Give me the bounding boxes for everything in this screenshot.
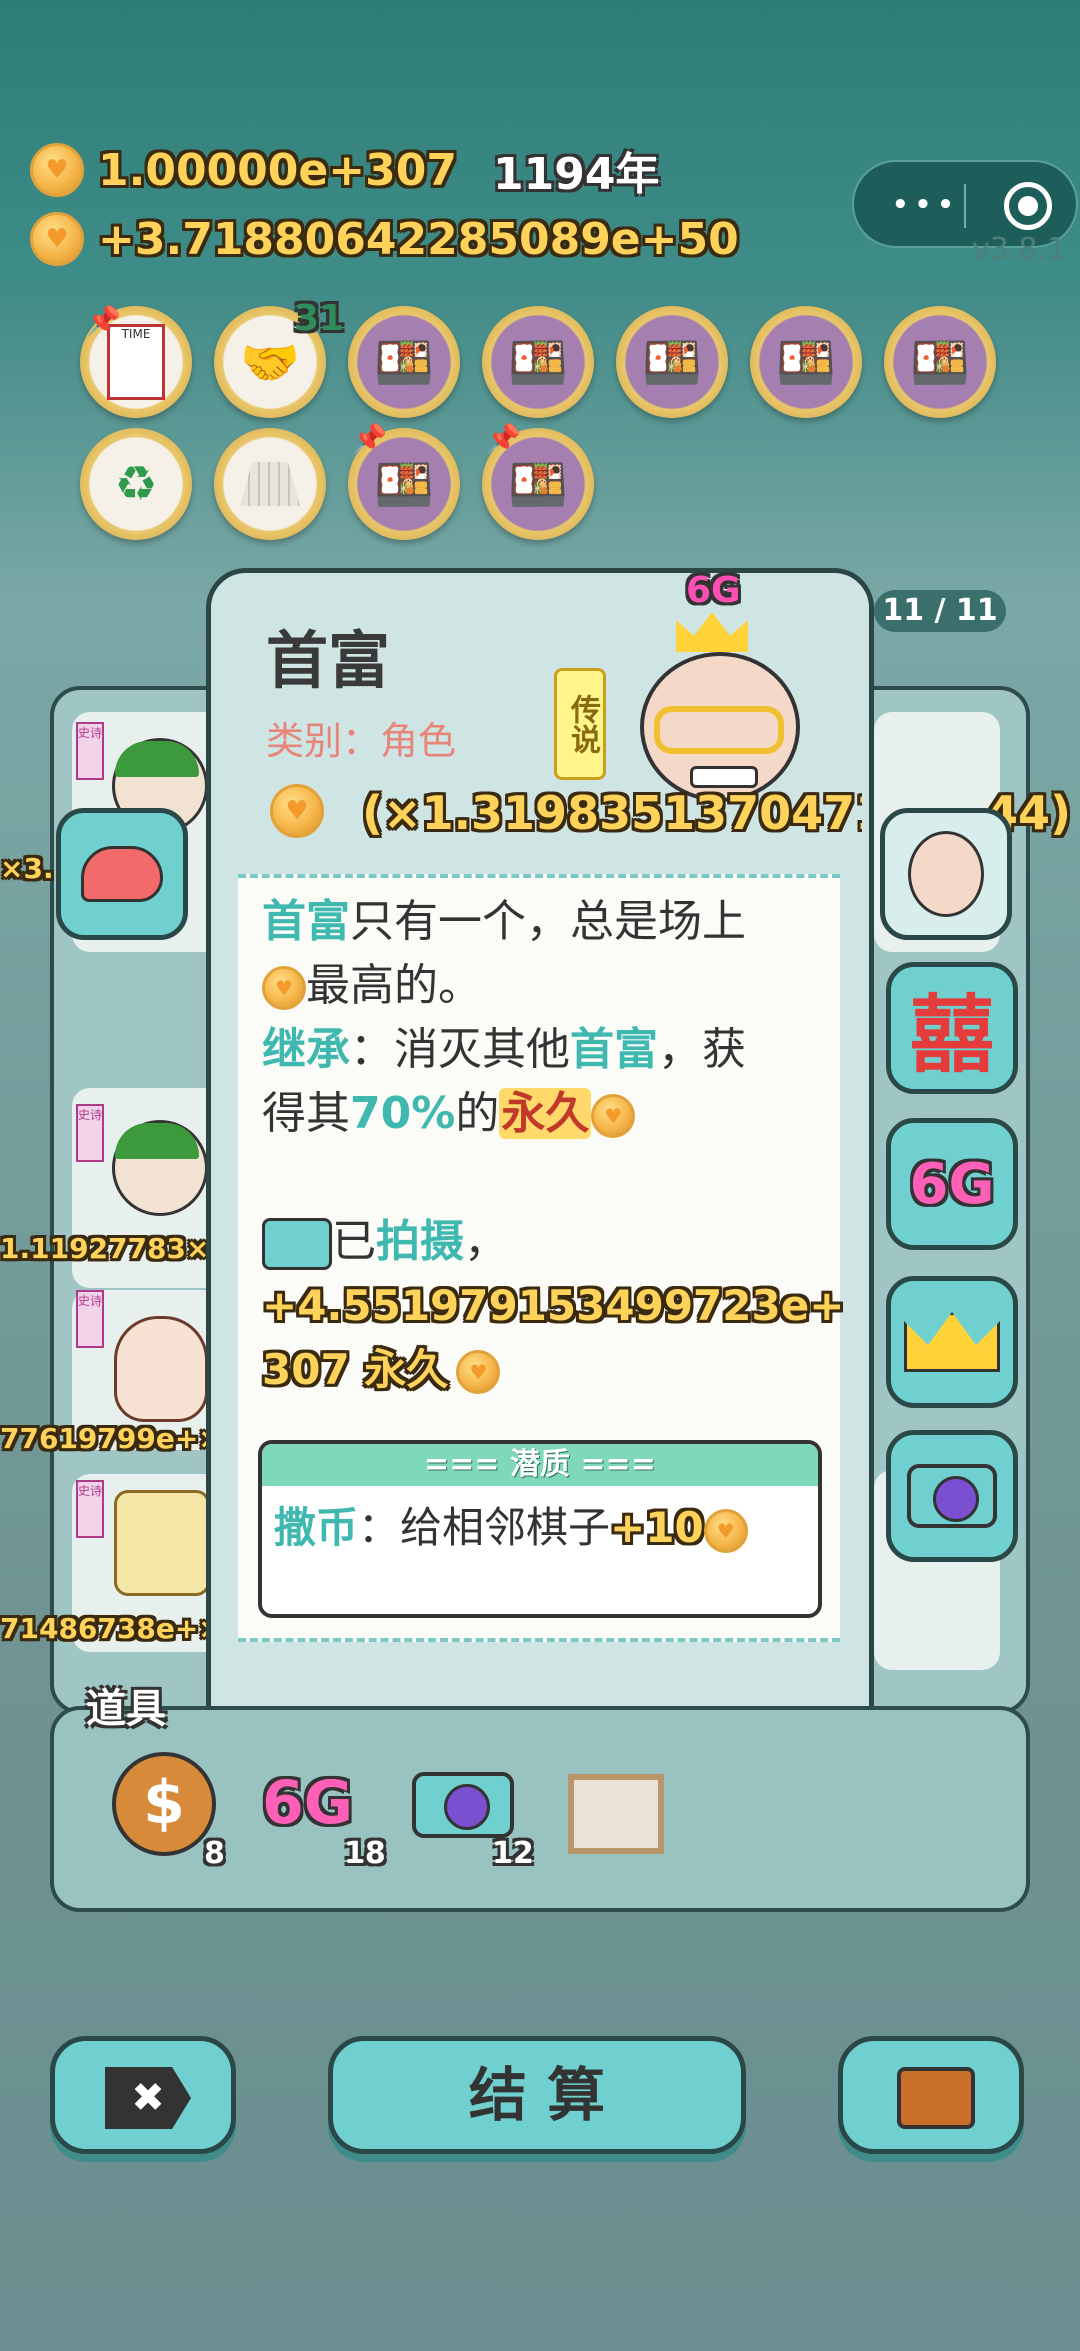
epic-tag: 史诗 <box>76 1290 104 1348</box>
keyword-richest: 首富 <box>262 896 350 947</box>
desc-line: 得其 <box>262 1088 350 1139</box>
desc-line: ，获 <box>658 1024 746 1075</box>
briefcase-button[interactable] <box>838 2036 1024 2154</box>
keyword-richest: 首富 <box>570 1024 658 1075</box>
liver-button[interactable] <box>56 808 188 940</box>
epic-tag: 史诗 <box>76 1480 104 1538</box>
coin-icon <box>703 1508 748 1553</box>
cell-value: ×3. <box>0 852 54 885</box>
liver-icon <box>81 846 163 902</box>
potential-header: === 潜质 === <box>262 1444 818 1486</box>
crown-button[interactable] <box>886 1276 1018 1408</box>
coin-icon <box>262 966 306 1010</box>
6g-button[interactable]: 6G <box>886 1118 1018 1250</box>
desc-line: ， <box>464 1216 508 1267</box>
capsule-machine-icon[interactable] <box>114 1490 210 1596</box>
dollar-coin-icon[interactable]: $ <box>112 1752 216 1856</box>
settle-label: 结 算 <box>468 2061 606 2129</box>
year: 1194年 <box>492 149 660 200</box>
skirt-icon[interactable] <box>214 428 326 540</box>
crown-label: 6G <box>686 570 741 611</box>
frame-item-icon[interactable] <box>568 1774 664 1854</box>
desc-line: 已 <box>332 1216 376 1267</box>
epic-tag: 史诗 <box>76 722 104 780</box>
item-count: 8 <box>204 1836 225 1871</box>
desc-line: 最高的。 <box>306 960 482 1011</box>
desc-line: 的 <box>455 1088 500 1139</box>
keyword-inherit: 继承 <box>262 1024 350 1075</box>
capsule-machine-icon[interactable]: 🍱 <box>616 306 728 418</box>
multiplier: (×1.31983513704711 <box>362 786 862 840</box>
capsule-machine-icon[interactable]: 🍱 <box>348 306 460 418</box>
desc-line: 只有一个，总是场上 <box>350 896 746 947</box>
epic-tag: 史诗 <box>76 1104 104 1162</box>
camera-button[interactable] <box>886 1430 1018 1562</box>
version-label: v3.8.1 <box>972 232 1067 267</box>
coin-icon <box>270 784 324 838</box>
double-happiness-button[interactable]: 囍 <box>886 962 1018 1094</box>
cell-value: 71486738e+× <box>0 1612 222 1645</box>
recycle-icon[interactable]: ♻ <box>80 428 192 540</box>
capsule-divider <box>964 184 966 228</box>
double-happiness-icon: 囍 <box>909 985 994 1084</box>
keyword-permanent: 永久 <box>499 1088 592 1139</box>
character-avatar[interactable] <box>112 1120 208 1216</box>
capsule-machine-icon[interactable]: 🍱 <box>884 306 996 418</box>
crown-icon <box>904 1312 1000 1372</box>
close-icon: ✖ <box>105 2067 191 2129</box>
capsule-machine-icon[interactable]: 🍱 <box>750 306 862 418</box>
coin-icon <box>456 1350 501 1394</box>
camera-item-icon[interactable] <box>412 1772 514 1838</box>
item-count: 12 <box>492 1836 534 1871</box>
potential-text: ：给相邻棋子 <box>358 1503 611 1552</box>
board-counter: 11 / 11 <box>874 590 1006 632</box>
coin-icon <box>30 143 84 197</box>
rarity-tag: 传说 <box>554 668 606 780</box>
pin-icon: 📌 <box>486 422 521 455</box>
percent: 70% <box>350 1088 456 1139</box>
camera-icon <box>907 1464 997 1528</box>
potential-box: === 潜质 === 撒币：给相邻棋子+10 <box>258 1440 822 1618</box>
cancel-button[interactable]: ✖ <box>50 2036 236 2154</box>
rich-man-portrait <box>640 640 800 810</box>
item-count: 18 <box>344 1836 386 1871</box>
card-title: 首富 <box>266 624 391 697</box>
card-category: 类别：角色 <box>266 719 457 763</box>
close-mini-program-icon[interactable] <box>1004 182 1052 230</box>
portrait-icon <box>908 831 984 917</box>
pin-icon: 📌 <box>352 422 387 455</box>
briefcase-icon <box>897 2067 975 2129</box>
portrait-button[interactable] <box>880 808 1012 940</box>
cell-value: 77619799e+× <box>0 1422 222 1455</box>
coin-icon <box>30 212 84 266</box>
more-icon[interactable]: ••• <box>892 190 960 220</box>
potential-bonus: +10 <box>610 1503 704 1552</box>
income: +3.71880642285089e+50 <box>98 213 739 265</box>
potential-label: 撒币 <box>274 1503 359 1552</box>
income-row: +3.71880642285089e+50 <box>30 212 739 266</box>
character-avatar[interactable] <box>114 1316 208 1422</box>
cell-value: 1.11927783×1 <box>0 1232 229 1265</box>
camera-icon <box>262 1218 332 1270</box>
settle-button[interactable]: 结 算 <box>328 2036 746 2154</box>
6g-item-icon[interactable]: 6G <box>262 1768 353 1838</box>
photo-value-suffix: 307 永久 <box>262 1345 449 1394</box>
coins-row: 1.00000e+307 1194年 <box>30 138 659 202</box>
handshake-count: 31 <box>294 298 345 339</box>
capsule-machine-icon[interactable]: 🍱 <box>482 306 594 418</box>
photo-value: +4.551979153499723e+ <box>262 1281 845 1330</box>
description-text: 首富只有一个，总是场上 最高的。 继承：消灭其他首富，获 得其70%的永久 已拍… <box>262 890 845 1402</box>
desc-line: ：消灭其他 <box>350 1024 570 1075</box>
coin-icon <box>591 1094 636 1138</box>
pin-icon: 📌 <box>86 304 121 337</box>
6g-icon: 6G <box>909 1151 995 1217</box>
keyword-photographed: 拍摄 <box>376 1216 464 1267</box>
coins-total: 1.00000e+307 <box>98 144 457 196</box>
tray-title: 道具 <box>86 1686 166 1732</box>
